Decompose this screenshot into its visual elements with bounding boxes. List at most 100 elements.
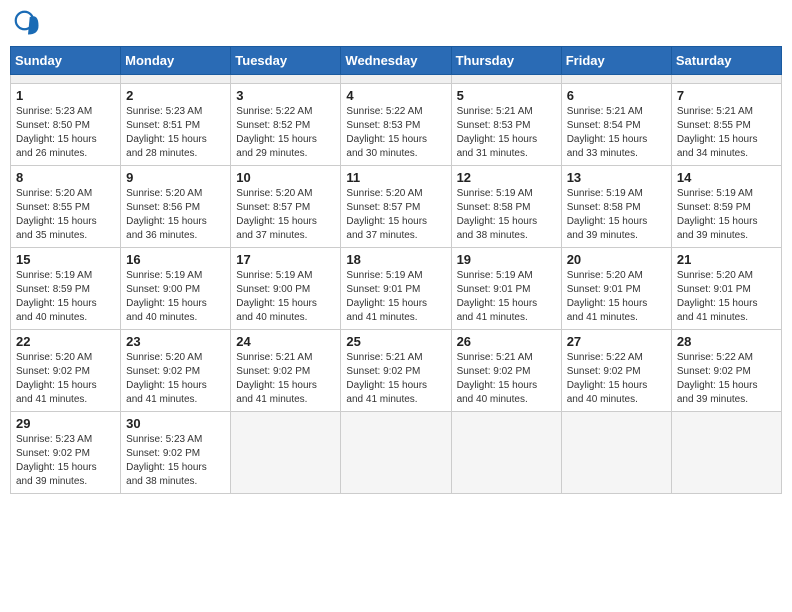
calendar-cell xyxy=(451,412,561,494)
calendar-cell xyxy=(341,75,451,84)
calendar-week-row: 29 Sunrise: 5:23 AMSunset: 9:02 PMDayligh… xyxy=(11,412,782,494)
calendar-header-row: SundayMondayTuesdayWednesdayThursdayFrid… xyxy=(11,47,782,75)
logo xyxy=(14,10,46,38)
calendar-week-row: 22 Sunrise: 5:20 AMSunset: 9:02 PMDayligh… xyxy=(11,330,782,412)
col-header-thursday: Thursday xyxy=(451,47,561,75)
day-number: 16 xyxy=(126,252,225,267)
calendar-week-row: 1Sunrise: 5:23 AMSunset: 8:50 PMDaylight… xyxy=(11,84,782,166)
day-number: 26 xyxy=(457,334,556,349)
calendar-cell xyxy=(11,75,121,84)
calendar-cell: 20 Sunrise: 5:20 AMSunset: 9:01 PMDayligh… xyxy=(561,248,671,330)
day-info: Sunrise: 5:20 AMSunset: 9:02 PMDaylight:… xyxy=(16,351,115,407)
calendar-cell: 17Sunrise: 5:19 AMSunset: 9:00 PMDayligh… xyxy=(231,248,341,330)
calendar-cell: 16 Sunrise: 5:19 AMSunset: 9:00 PMDayligh… xyxy=(121,248,231,330)
calendar-cell: 25 Sunrise: 5:21 AMSunset: 9:02 PMDayligh… xyxy=(341,330,451,412)
day-info: Sunrise: 5:19 AMSunset: 8:58 PMDaylight:… xyxy=(567,187,666,243)
day-number: 8 xyxy=(16,170,115,185)
calendar-cell: 5 Sunrise: 5:21 AMSunset: 8:53 PMDaylight… xyxy=(451,84,561,166)
day-number: 22 xyxy=(16,334,115,349)
day-info: Sunrise: 5:19 AMSunset: 8:59 PMDaylight:… xyxy=(677,187,776,243)
calendar-cell: 19 Sunrise: 5:19 AMSunset: 9:01 PMDayligh… xyxy=(451,248,561,330)
day-info: Sunrise: 5:22 AMSunset: 8:53 PMDaylight:… xyxy=(346,105,445,161)
calendar-week-row xyxy=(11,75,782,84)
calendar-cell: 6 Sunrise: 5:21 AMSunset: 8:54 PMDaylight… xyxy=(561,84,671,166)
day-number: 13 xyxy=(567,170,666,185)
calendar-cell xyxy=(231,75,341,84)
day-info: Sunrise: 5:21 AMSunset: 9:02 PMDaylight:… xyxy=(346,351,445,407)
logo-icon xyxy=(14,10,42,38)
calendar-cell xyxy=(671,412,781,494)
day-info: Sunrise: 5:19 AMSunset: 9:00 PMDaylight:… xyxy=(126,269,225,325)
day-info: Sunrise: 5:21 AMSunset: 8:53 PMDaylight:… xyxy=(457,105,556,161)
calendar-cell: 8 Sunrise: 5:20 AMSunset: 8:55 PMDaylight… xyxy=(11,166,121,248)
page-header xyxy=(10,10,782,38)
day-info: Sunrise: 5:20 AMSunset: 8:56 PMDaylight:… xyxy=(126,187,225,243)
calendar-cell: 4 Sunrise: 5:22 AMSunset: 8:53 PMDaylight… xyxy=(341,84,451,166)
day-info: Sunrise: 5:21 AMSunset: 9:02 PMDaylight:… xyxy=(457,351,556,407)
day-number: 19 xyxy=(457,252,556,267)
day-number: 14 xyxy=(677,170,776,185)
calendar-cell: 18Sunrise: 5:19 AMSunset: 9:01 PMDayligh… xyxy=(341,248,451,330)
day-number: 28 xyxy=(677,334,776,349)
calendar-cell xyxy=(451,75,561,84)
day-number: 9 xyxy=(126,170,225,185)
calendar-cell: 10Sunrise: 5:20 AMSunset: 8:57 PMDayligh… xyxy=(231,166,341,248)
day-info: Sunrise: 5:20 AMSunset: 8:57 PMDaylight:… xyxy=(236,187,335,243)
day-number: 4 xyxy=(346,88,445,103)
day-number: 3 xyxy=(236,88,335,103)
calendar-cell: 9 Sunrise: 5:20 AMSunset: 8:56 PMDaylight… xyxy=(121,166,231,248)
calendar-cell xyxy=(561,75,671,84)
calendar-cell: 7 Sunrise: 5:21 AMSunset: 8:55 PMDaylight… xyxy=(671,84,781,166)
day-number: 27 xyxy=(567,334,666,349)
day-number: 21 xyxy=(677,252,776,267)
col-header-monday: Monday xyxy=(121,47,231,75)
calendar-cell xyxy=(231,412,341,494)
day-number: 29 xyxy=(16,416,115,431)
day-info: Sunrise: 5:23 AMSunset: 8:51 PMDaylight:… xyxy=(126,105,225,161)
day-number: 20 xyxy=(567,252,666,267)
calendar-table: SundayMondayTuesdayWednesdayThursdayFrid… xyxy=(10,46,782,494)
calendar-cell: 15 Sunrise: 5:19 AMSunset: 8:59 PMDayligh… xyxy=(11,248,121,330)
day-number: 11 xyxy=(346,170,445,185)
calendar-cell xyxy=(121,75,231,84)
day-info: Sunrise: 5:20 AMSunset: 9:01 PMDaylight:… xyxy=(567,269,666,325)
day-number: 2 xyxy=(126,88,225,103)
day-number: 23 xyxy=(126,334,225,349)
day-info: Sunrise: 5:20 AMSunset: 8:55 PMDaylight:… xyxy=(16,187,115,243)
day-number: 5 xyxy=(457,88,556,103)
calendar-cell: 30Sunrise: 5:23 AMSunset: 9:02 PMDayligh… xyxy=(121,412,231,494)
day-info: Sunrise: 5:23 AMSunset: 9:02 PMDaylight:… xyxy=(16,433,115,489)
day-info: Sunrise: 5:20 AMSunset: 8:57 PMDaylight:… xyxy=(346,187,445,243)
calendar-cell: 27Sunrise: 5:22 AMSunset: 9:02 PMDayligh… xyxy=(561,330,671,412)
calendar-week-row: 15 Sunrise: 5:19 AMSunset: 8:59 PMDayligh… xyxy=(11,248,782,330)
day-number: 25 xyxy=(346,334,445,349)
day-info: Sunrise: 5:19 AMSunset: 9:01 PMDaylight:… xyxy=(457,269,556,325)
day-info: Sunrise: 5:21 AMSunset: 8:54 PMDaylight:… xyxy=(567,105,666,161)
calendar-cell xyxy=(561,412,671,494)
day-info: Sunrise: 5:23 AMSunset: 8:50 PMDaylight:… xyxy=(16,105,115,161)
calendar-cell: 24Sunrise: 5:21 AMSunset: 9:02 PMDayligh… xyxy=(231,330,341,412)
calendar-cell: 12 Sunrise: 5:19 AMSunset: 8:58 PMDayligh… xyxy=(451,166,561,248)
day-info: Sunrise: 5:19 AMSunset: 9:01 PMDaylight:… xyxy=(346,269,445,325)
day-info: Sunrise: 5:23 AMSunset: 9:02 PMDaylight:… xyxy=(126,433,225,489)
calendar-cell xyxy=(341,412,451,494)
day-number: 15 xyxy=(16,252,115,267)
col-header-saturday: Saturday xyxy=(671,47,781,75)
day-number: 7 xyxy=(677,88,776,103)
calendar-cell: 1Sunrise: 5:23 AMSunset: 8:50 PMDaylight… xyxy=(11,84,121,166)
calendar-cell: 28Sunrise: 5:22 AMSunset: 9:02 PMDayligh… xyxy=(671,330,781,412)
calendar-cell: 13 Sunrise: 5:19 AMSunset: 8:58 PMDayligh… xyxy=(561,166,671,248)
day-info: Sunrise: 5:20 AMSunset: 9:01 PMDaylight:… xyxy=(677,269,776,325)
calendar-week-row: 8 Sunrise: 5:20 AMSunset: 8:55 PMDaylight… xyxy=(11,166,782,248)
day-info: Sunrise: 5:20 AMSunset: 9:02 PMDaylight:… xyxy=(126,351,225,407)
col-header-friday: Friday xyxy=(561,47,671,75)
day-info: Sunrise: 5:21 AMSunset: 8:55 PMDaylight:… xyxy=(677,105,776,161)
day-number: 6 xyxy=(567,88,666,103)
day-info: Sunrise: 5:19 AMSunset: 8:58 PMDaylight:… xyxy=(457,187,556,243)
calendar-cell: 14 Sunrise: 5:19 AMSunset: 8:59 PMDayligh… xyxy=(671,166,781,248)
col-header-tuesday: Tuesday xyxy=(231,47,341,75)
day-number: 12 xyxy=(457,170,556,185)
day-info: Sunrise: 5:19 AMSunset: 8:59 PMDaylight:… xyxy=(16,269,115,325)
day-number: 17 xyxy=(236,252,335,267)
col-header-sunday: Sunday xyxy=(11,47,121,75)
